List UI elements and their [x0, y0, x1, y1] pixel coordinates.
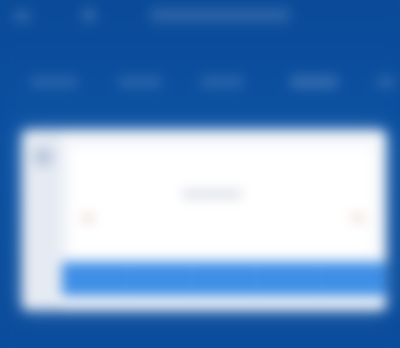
action-button[interactable]: [192, 262, 257, 296]
action-button[interactable]: [322, 262, 386, 296]
page-title: [150, 8, 290, 22]
nav-item-active[interactable]: [290, 76, 338, 88]
back-icon[interactable]: [82, 8, 96, 22]
nav-item[interactable]: [118, 76, 162, 88]
avatar: [34, 148, 52, 166]
nav-bar: [0, 64, 400, 104]
content-card: [22, 130, 386, 310]
action-button[interactable]: [257, 262, 322, 296]
blurred-screen: [0, 0, 400, 348]
nav-item[interactable]: [30, 76, 78, 88]
action-bar: [62, 262, 386, 296]
card-panel: [70, 146, 374, 256]
top-bar: [0, 0, 400, 36]
marker-right: [352, 214, 364, 222]
menu-icon[interactable]: [14, 11, 30, 21]
card-sidebar: [22, 130, 62, 310]
action-button[interactable]: [127, 262, 192, 296]
nav-item[interactable]: [200, 76, 244, 88]
card-text: [182, 190, 242, 198]
nav-item[interactable]: [376, 76, 396, 88]
action-button[interactable]: [62, 262, 127, 296]
marker-left: [82, 214, 94, 222]
